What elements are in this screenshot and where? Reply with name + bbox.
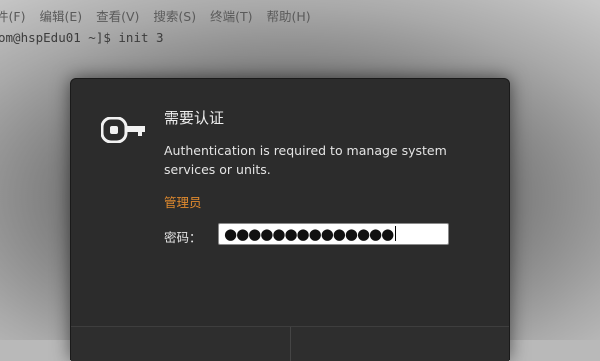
menu-help[interactable]: 帮助(H) (267, 6, 311, 25)
user-selector[interactable]: 管理员 (164, 192, 202, 211)
menu-search[interactable]: 搜索(S) (153, 6, 196, 25)
cancel-button[interactable] (71, 327, 290, 361)
menu-file[interactable]: 件(F) (0, 6, 25, 25)
dialog-title: 需要认证 (164, 109, 225, 127)
dialog-message: Authentication is required to manage sys… (164, 143, 447, 177)
menu-view[interactable]: 查看(V) (96, 6, 139, 25)
text-caret (395, 226, 397, 241)
dialog-button-bar (71, 326, 509, 361)
password-field[interactable]: ●●●●●●●●●●●●●● (218, 223, 449, 245)
password-label: 密码： (164, 230, 202, 245)
password-value: ●●●●●●●●●●●●●● (224, 225, 394, 243)
menu-terminal[interactable]: 终端(T) (210, 6, 252, 25)
authentication-dialog: 需要认证 Authentication is required to manag… (70, 78, 510, 361)
menu-edit[interactable]: 编辑(E) (39, 6, 82, 25)
authenticate-button[interactable] (289, 327, 509, 361)
key-icon (101, 117, 145, 143)
terminal-command-line: om@hspEdu01 ~]$ init 3 (0, 30, 164, 45)
terminal-menubar: 件(F) 编辑(E) 查看(V) 搜索(S) 终端(T) 帮助(H) (0, 0, 600, 30)
